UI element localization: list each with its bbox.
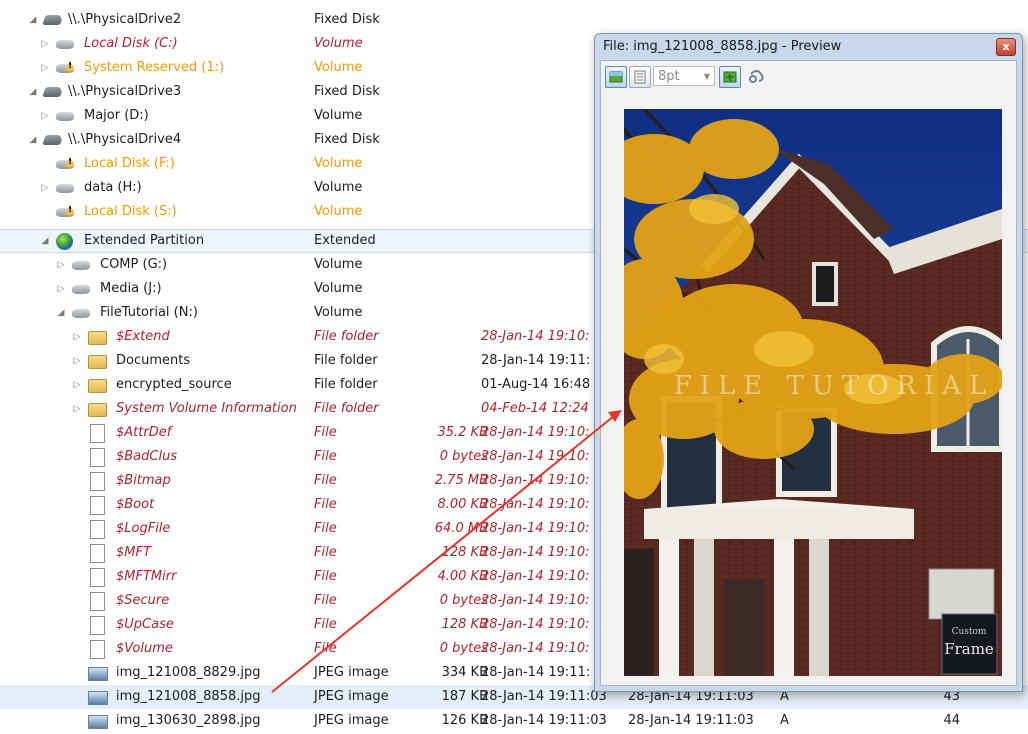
annotation-arrow [271, 410, 622, 693]
